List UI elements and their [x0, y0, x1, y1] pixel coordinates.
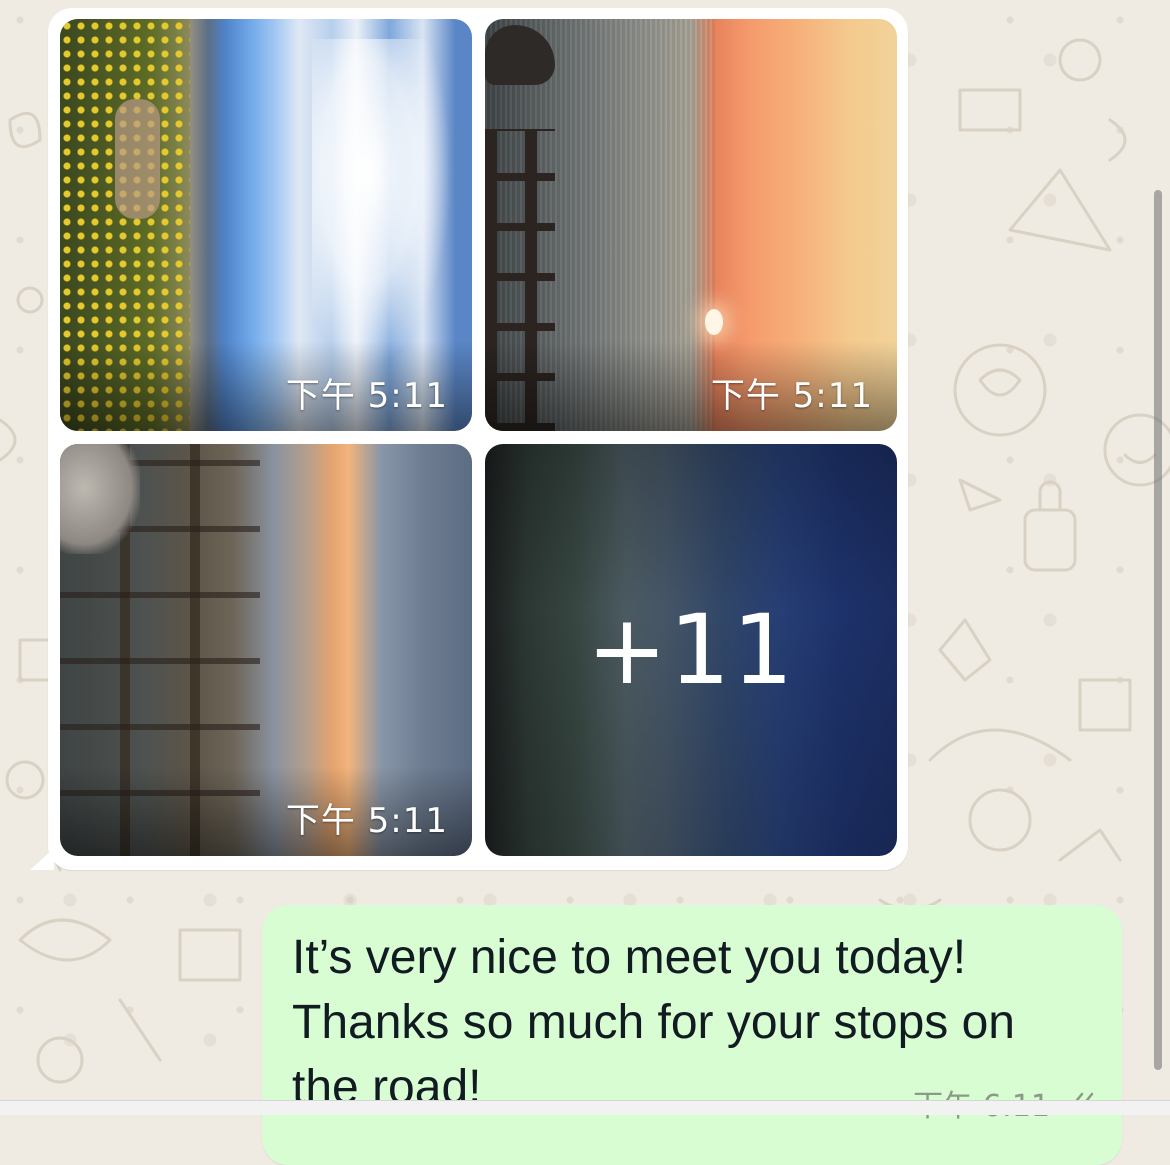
photo-timestamp: 下午 5:11 — [285, 801, 448, 841]
photo-timestamp: 下午 5:11 — [710, 376, 873, 416]
setting-sun — [705, 309, 723, 335]
rock-formation — [60, 444, 140, 554]
photo-thumbnail-evening-shore[interactable]: 下午 5:11 — [60, 444, 472, 856]
photo-timestamp: 下午 5:11 — [285, 376, 448, 416]
more-photos-count: +11 — [586, 594, 796, 706]
scrollbar-thumb[interactable] — [1154, 190, 1162, 1070]
walking-path — [115, 99, 160, 219]
cloud-area — [312, 39, 452, 369]
outgoing-message-bubble[interactable]: It’s very nice to meet you today! Thanks… — [262, 905, 1122, 1165]
photo-thumbnail-sunset[interactable]: 下午 5:11 — [485, 19, 897, 431]
incoming-media-group: 下午 5:11 下午 5:11 下午 5:11 +11 — [30, 8, 908, 870]
bottom-edge-bar — [0, 1100, 1170, 1115]
photo-thumbnail-coast[interactable]: 下午 5:11 — [60, 19, 472, 431]
bubble-tail — [30, 848, 54, 870]
more-photos-tile[interactable]: +11 — [485, 444, 897, 856]
